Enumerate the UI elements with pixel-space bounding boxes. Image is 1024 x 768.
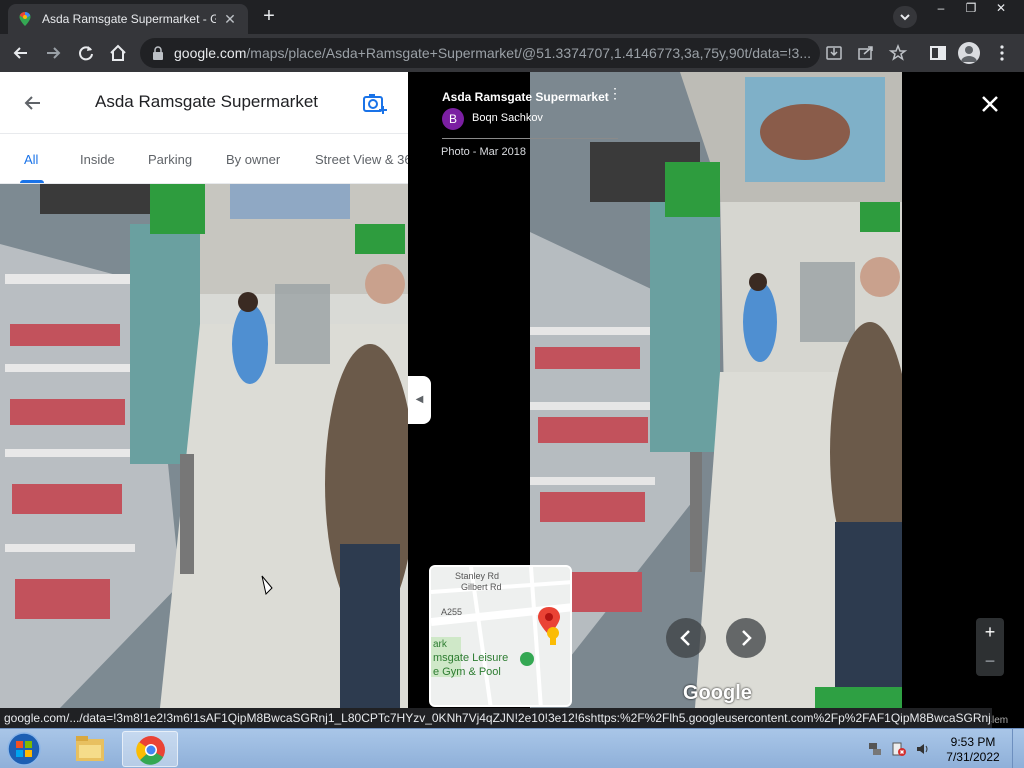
place-title: Asda Ramsgate Supermarket	[95, 92, 318, 111]
photo-date: Photo - Mar 2018	[441, 146, 526, 158]
more-options-icon[interactable]: ⋮	[608, 86, 622, 100]
window-controls: – ❐ ✕	[926, 0, 1016, 18]
active-tab-indicator	[20, 180, 44, 183]
street-label: Gilbert Rd	[461, 582, 502, 592]
url-path: /maps/place/Asda+Ramsgate+Supermarket/@5…	[246, 45, 812, 61]
park-label: ark	[433, 639, 448, 650]
street-label: A255	[441, 607, 462, 617]
bookmark-star-icon[interactable]	[886, 40, 910, 66]
panel-header: Asda Ramsgate Supermarket	[0, 72, 408, 134]
location-minimap[interactable]: Stanley Rd Gilbert Rd A255 ark msgate Le…	[429, 565, 572, 707]
author-name[interactable]: Boqn Sachkov	[472, 112, 543, 124]
network-tray-icon[interactable]	[867, 741, 883, 757]
google-logo: Google	[683, 682, 752, 704]
photo-category-tabs: All Inside Parking By owner Street View …	[0, 134, 408, 184]
photo-info-card: Asda Ramsgate Supermarket ⋮ B Boqn Sachk…	[428, 78, 628, 172]
clock-date: 7/31/2022	[946, 750, 1000, 764]
tab-close-icon[interactable]: ✕	[222, 11, 238, 28]
start-button[interactable]	[4, 730, 44, 768]
photo-viewer: Asda Ramsgate Supermarket ⋮ B Boqn Sachk…	[408, 72, 1024, 708]
collapse-panel-button[interactable]: ◀	[408, 376, 431, 424]
zoom-in-button[interactable]: +	[976, 618, 1004, 647]
url-host: google.com	[174, 45, 247, 61]
profile-icon[interactable]	[958, 42, 980, 64]
show-desktop-button[interactable]	[1012, 729, 1024, 768]
place-name[interactable]: Asda Ramsgate Supermarket	[442, 90, 609, 104]
panel-back-icon[interactable]	[20, 90, 46, 116]
action-center-tray-icon[interactable]	[891, 741, 907, 757]
poi-label: msgate Leisure	[433, 652, 508, 664]
avatar[interactable]: B	[442, 108, 464, 130]
browser-tab[interactable]: Asda Ramsgate Supermarket - G ✕	[8, 4, 248, 34]
menu-icon[interactable]	[990, 40, 1014, 66]
link-status-bubble: google.com/.../data=!3m8!1e2!3m6!1sAF1Qi…	[0, 708, 992, 728]
browser-toolbar: google.com/maps/place/Asda+Ramsgate+Supe…	[0, 34, 1024, 72]
divider	[442, 138, 618, 139]
forward-icon[interactable]	[40, 40, 66, 66]
install-icon[interactable]	[822, 40, 846, 66]
tab-search-button[interactable]	[893, 6, 917, 28]
restore-button[interactable]: ❐	[956, 0, 986, 18]
photos-side-panel: Asda Ramsgate Supermarket All Inside Par…	[0, 72, 408, 708]
status-tail: lem	[992, 708, 1024, 728]
maps-favicon-icon	[18, 12, 32, 26]
windows-taskbar: 9:53 PM 7/31/2022	[0, 728, 1024, 768]
previous-photo-button[interactable]	[666, 618, 706, 658]
tab-title: Asda Ramsgate Supermarket - G	[42, 12, 216, 26]
clock-time: 9:53 PM	[950, 735, 996, 749]
file-explorer-taskbar-icon[interactable]	[62, 731, 118, 767]
photo-thumbnail[interactable]	[0, 184, 408, 708]
close-window-button[interactable]: ✕	[986, 0, 1016, 18]
chrome-taskbar-icon[interactable]	[122, 731, 178, 767]
share-icon[interactable]	[854, 40, 878, 66]
tab-parking[interactable]: Parking	[148, 152, 192, 167]
new-tab-button[interactable]: +	[256, 5, 282, 29]
volume-tray-icon[interactable]	[915, 741, 931, 757]
tab-by-owner[interactable]: By owner	[226, 152, 280, 167]
zoom-controls: + −	[976, 618, 1004, 676]
home-icon[interactable]	[105, 40, 131, 66]
tab-all[interactable]: All	[24, 152, 38, 167]
poi-label: e Gym & Pool	[433, 666, 501, 678]
lock-icon[interactable]	[152, 46, 164, 60]
address-bar[interactable]: google.com/maps/place/Asda+Ramsgate+Supe…	[140, 38, 820, 68]
system-clock[interactable]: 9:53 PM 7/31/2022	[938, 735, 1008, 765]
add-photo-icon[interactable]	[362, 90, 388, 116]
zoom-out-button[interactable]: −	[976, 647, 1004, 676]
back-icon[interactable]	[8, 40, 34, 66]
street-label: Stanley Rd	[455, 571, 499, 581]
side-panel-icon[interactable]	[926, 40, 950, 66]
tab-street-view[interactable]: Street View & 360°	[315, 152, 408, 167]
close-viewer-icon[interactable]	[976, 90, 1004, 118]
minimize-button[interactable]: –	[926, 0, 956, 18]
reload-icon[interactable]	[73, 40, 99, 66]
tab-strip: Asda Ramsgate Supermarket - G ✕ + – ❐ ✕	[0, 0, 1024, 34]
tab-inside[interactable]: Inside	[80, 152, 115, 167]
next-photo-button[interactable]	[726, 618, 766, 658]
